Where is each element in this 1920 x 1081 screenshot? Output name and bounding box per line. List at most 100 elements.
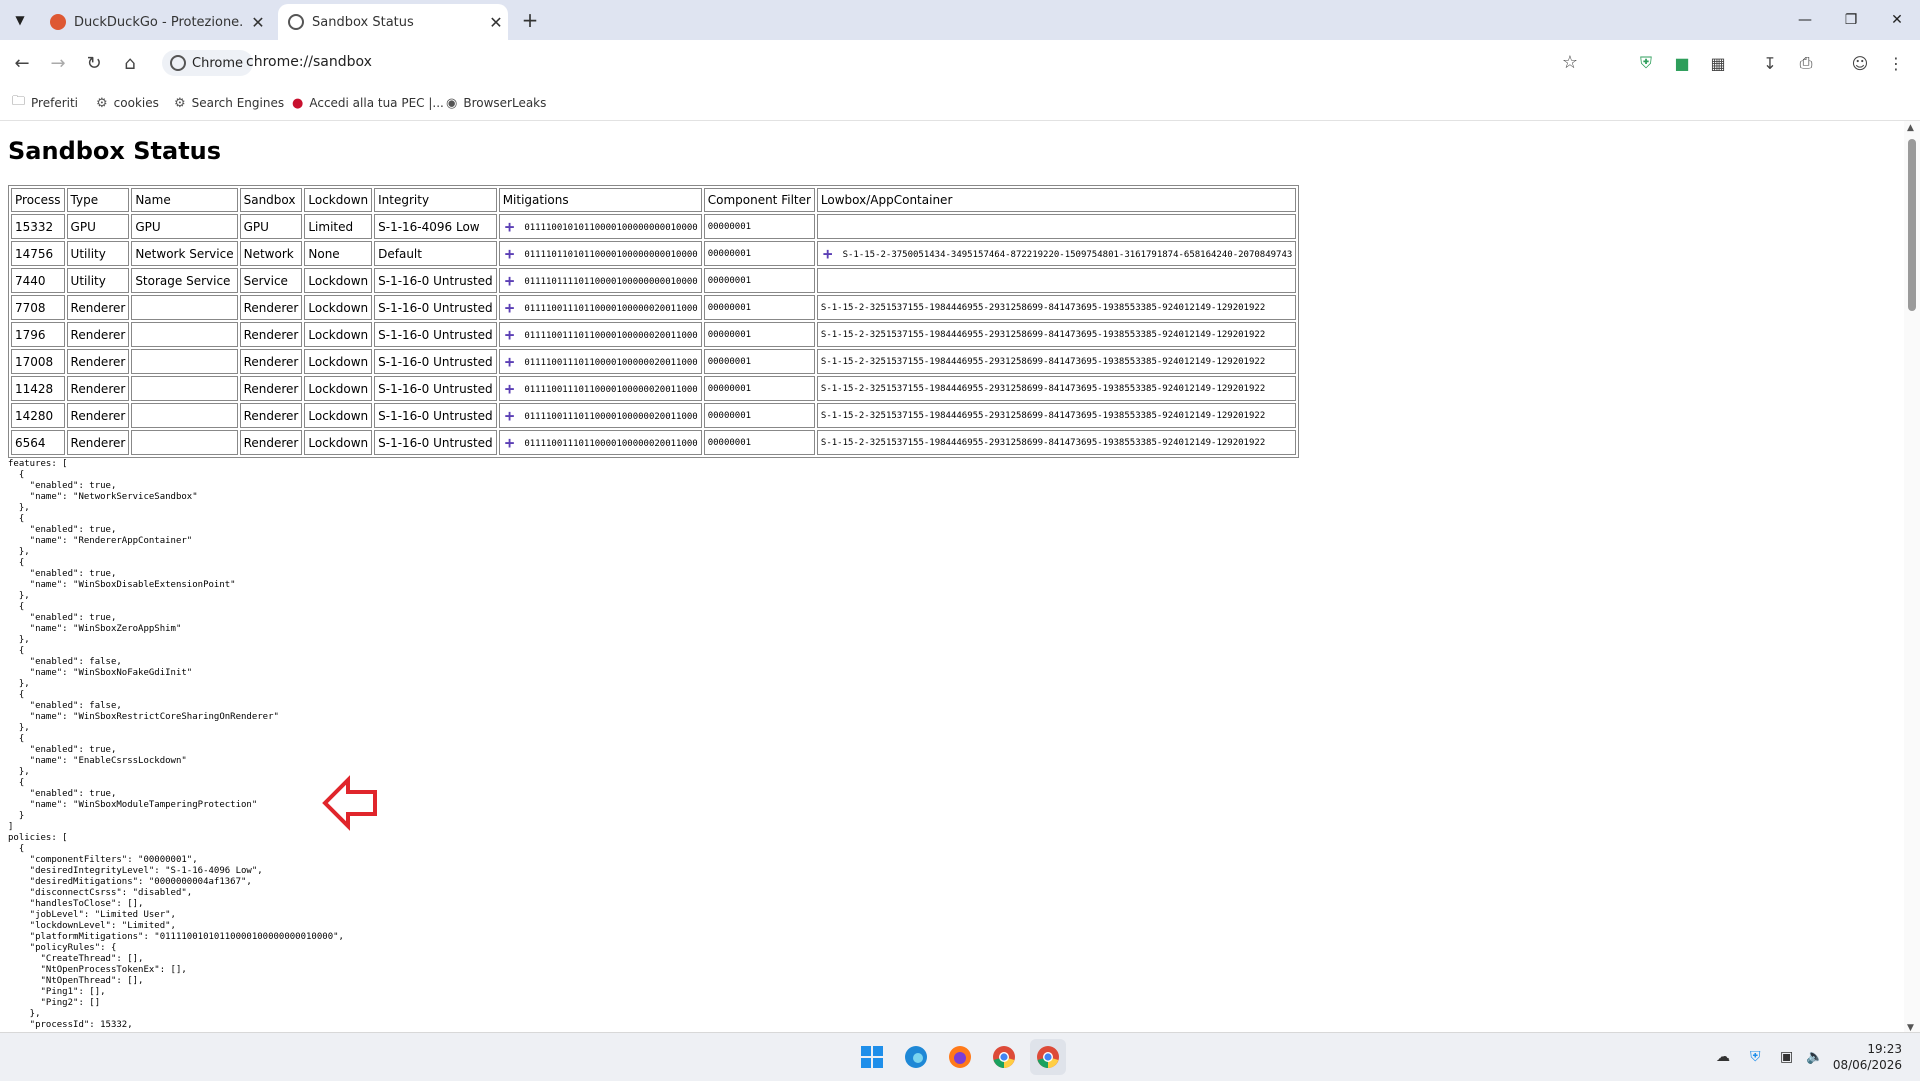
close-tab-icon[interactable]: ✕: [246, 13, 270, 32]
back-button[interactable]: ←: [8, 49, 36, 77]
cell-text: 01111001110110000100000020011000: [524, 385, 698, 395]
table-cell: Renderer: [239, 376, 303, 401]
tab-search-button[interactable]: ▼: [8, 8, 32, 32]
adblock-extension-icon[interactable]: ■: [1670, 51, 1694, 75]
expand-plus-icon[interactable]: +: [505, 298, 515, 317]
expand-plus-icon[interactable]: +: [505, 406, 515, 425]
tab-duckduckgo[interactable]: DuckDuckGo - Protezione. Priva ✕: [40, 4, 270, 40]
mitigations-cell: +01111001110110000100000020011000: [498, 295, 702, 320]
scroll-thumb[interactable]: [1908, 139, 1916, 311]
mitigations-cell: +01111011110110000100000000010000: [498, 268, 702, 293]
table-cell: 00000001: [703, 376, 815, 401]
scroll-up-icon[interactable]: ▲: [1907, 123, 1914, 133]
windows-start-icon[interactable]: [854, 1039, 890, 1075]
vertical-scrollbar[interactable]: ▲ ▼: [1904, 121, 1920, 1033]
cell-text: S-1-15-2-3750051434-3495157464-872219220…: [842, 250, 1293, 260]
tab-title: Sandbox Status: [312, 14, 414, 30]
toolbar: ← → ↻ ⌂ Chrome chrome://sandbox ☆ ⛨ ■ ▦ …: [0, 40, 1920, 86]
json-line: "name": "WinSboxDisableExtensionPoint": [8, 580, 236, 590]
bookmark-browserleaks[interactable]: ◉ BrowserLeaks: [446, 92, 546, 114]
close-window-button[interactable]: ✕: [1874, 0, 1920, 40]
table-row: 6564 Renderer Renderer Lockdown S-1-16-0 Unt…: [11, 430, 1297, 455]
mitigations-cell: +01111011010110000100000000010000: [498, 241, 702, 266]
bookmarks-bar: 🗀 Preferiti ⚙ cookies ⚙ Search Engines ● Acc…: [0, 86, 1920, 121]
json-line: {: [8, 690, 25, 700]
table-cell: Renderer: [66, 430, 130, 455]
bookmark-pec[interactable]: ● Accedi alla tua PEC |...: [292, 92, 444, 114]
cell-text: 01111011010110000100000000010000: [524, 250, 698, 260]
table-cell: [131, 430, 238, 455]
chip-label: Chrome: [192, 55, 243, 71]
reload-button[interactable]: ↻: [80, 49, 108, 77]
tab-sandbox-status[interactable]: Sandbox Status ✕: [278, 4, 508, 40]
new-tab-button[interactable]: +: [518, 8, 542, 32]
expand-plus-icon[interactable]: +: [505, 325, 515, 344]
download-icon[interactable]: ↧: [1758, 51, 1782, 75]
expand-plus-icon[interactable]: +: [505, 379, 515, 398]
site-info-chip[interactable]: Chrome: [162, 50, 253, 76]
chrome-active-icon[interactable]: [1030, 1039, 1066, 1075]
expand-plus-icon[interactable]: +: [505, 244, 515, 263]
url-text[interactable]: chrome://sandbox: [246, 54, 372, 70]
json-line: },: [8, 1009, 41, 1019]
bookmark-cookies[interactable]: ⚙ cookies: [96, 92, 159, 114]
bookmark-label: Search Engines: [191, 96, 285, 110]
profile-icon[interactable]: ☺: [1848, 51, 1872, 75]
defender-icon[interactable]: ⛨: [1750, 1049, 1761, 1065]
extensions-icon[interactable]: ▦: [1706, 51, 1730, 75]
pec-icon: ●: [292, 95, 304, 111]
json-line: "enabled": false,: [8, 657, 122, 667]
table-cell: 6564: [11, 430, 65, 455]
json-line: },: [8, 503, 30, 513]
volume-icon[interactable]: 🔈: [1806, 1049, 1823, 1065]
column-header: Integrity: [374, 188, 497, 212]
print-icon[interactable]: ⎙: [1794, 51, 1818, 75]
table-cell: 7708: [11, 295, 65, 320]
forward-button[interactable]: →: [44, 49, 72, 77]
network-icon[interactable]: ▣: [1780, 1049, 1793, 1065]
expand-plus-icon[interactable]: +: [505, 217, 515, 236]
system-clock[interactable]: 19:23 08/06/2026: [1833, 1041, 1902, 1073]
mitigations-cell: +01111001110110000100000020011000: [498, 322, 702, 347]
json-line: "name": "WinSboxRestrictCoreSharingOnRen…: [8, 712, 279, 722]
table-cell: Lockdown: [304, 376, 373, 401]
table-cell: Renderer: [239, 403, 303, 428]
home-button[interactable]: ⌂: [116, 49, 144, 77]
table-cell: Lockdown: [304, 268, 373, 293]
menu-icon[interactable]: ⋮: [1884, 51, 1908, 75]
expand-plus-icon[interactable]: +: [505, 271, 515, 290]
address-bar[interactable]: Chrome chrome://sandbox ☆: [158, 45, 1588, 81]
red-arrow-annotation: [322, 775, 377, 831]
expand-plus-icon[interactable]: +: [823, 244, 833, 263]
restore-button[interactable]: ❐: [1828, 0, 1874, 40]
edge-icon[interactable]: [898, 1039, 934, 1075]
bookmark-search-engines[interactable]: ⚙ Search Engines: [174, 92, 284, 114]
bookmark-label: Accedi alla tua PEC |...: [309, 96, 444, 110]
json-line: {: [8, 646, 25, 656]
expand-plus-icon[interactable]: +: [505, 433, 515, 452]
shield-extension-icon[interactable]: ⛨: [1634, 51, 1658, 75]
json-line: features: [: [8, 459, 68, 469]
table-cell: Lockdown: [304, 295, 373, 320]
table-cell: 00000001: [703, 295, 815, 320]
table-header-row: Process Type Name Sandbox Lockdown Integrity M…: [11, 188, 1297, 212]
close-tab-icon[interactable]: ✕: [484, 13, 508, 32]
json-line: {: [8, 470, 25, 480]
table-cell: 00000001: [703, 403, 815, 428]
bookmark-star-icon[interactable]: ☆: [1562, 52, 1578, 73]
mitigations-cell: +01111001110110000100000020011000: [498, 349, 702, 374]
appcontainer-cell: S-1-15-2-3251537155-1984446955-293125869…: [816, 430, 1297, 455]
table-cell: S-1-16-0 Untrusted: [374, 295, 497, 320]
json-line: {: [8, 734, 25, 744]
cell-text: 01111001010110000100000000010000: [524, 223, 698, 233]
json-line: "name": "RendererAppContainer": [8, 536, 193, 546]
minimize-button[interactable]: —: [1782, 0, 1828, 40]
onedrive-icon[interactable]: ☁: [1716, 1049, 1730, 1065]
firefox-icon[interactable]: [942, 1039, 978, 1075]
bookmark-preferiti[interactable]: 🗀 Preferiti: [12, 92, 78, 114]
table-cell: [816, 214, 1297, 239]
expand-plus-icon[interactable]: +: [505, 352, 515, 371]
table-cell: S-1-16-0 Untrusted: [374, 376, 497, 401]
chrome-icon[interactable]: [986, 1039, 1022, 1075]
table-row: 7440 Utility Storage Service Service Lockdow…: [11, 268, 1297, 293]
